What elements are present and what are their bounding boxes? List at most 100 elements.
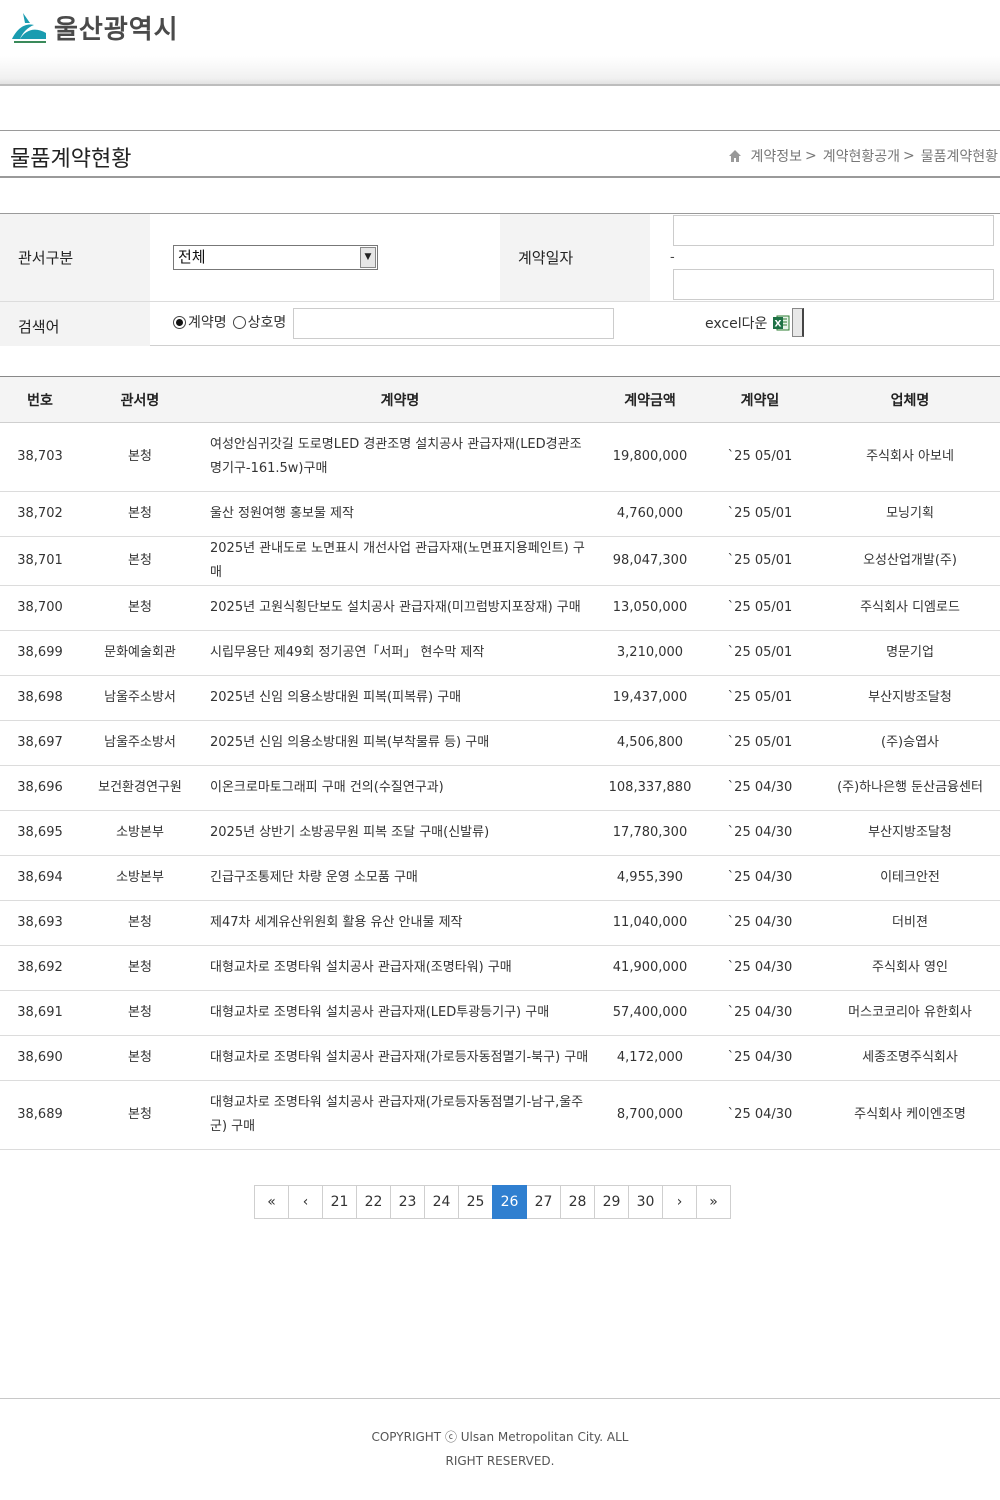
pagination-page[interactable]: 22 (356, 1185, 391, 1219)
table-row[interactable]: 38,699 문화예술회관 시립무용단 제49회 정기공연「서퍼」 현수막 제작… (0, 630, 1000, 676)
cell-company: 오성산업개발(주) (820, 536, 1000, 586)
cell-contract-name[interactable]: 대형교차로 조명타워 설치공사 관급자재(가로등자동점멸기-남구,울주군) 구매 (200, 1080, 600, 1150)
pagination-first-button[interactable]: « (254, 1185, 289, 1219)
radio-contract-name[interactable] (173, 315, 186, 329)
excel-download[interactable]: excel다운 X (705, 308, 805, 337)
table-row[interactable]: 38,698 남울주소방서 2025년 신임 의용소방대원 피복(피복류) 구매… (0, 675, 1000, 721)
table-row[interactable]: 38,690 본청 대형교차로 조명타워 설치공사 관급자재(가로등자동점멸기-… (0, 1035, 1000, 1081)
dept-select[interactable]: 전체 ▼ (173, 245, 378, 270)
cell-contract-name[interactable]: 대형교차로 조명타워 설치공사 관급자재(가로등자동점멸기-북구) 구매 (200, 1035, 600, 1081)
cell-amount: 4,506,800 (600, 720, 700, 766)
table-header-row: 번호 관서명 계약명 계약금액 계약일 업체명 (0, 376, 1000, 423)
cell-dept: 본청 (80, 536, 200, 586)
cell-date: `25 04/30 (700, 900, 820, 946)
table-row[interactable]: 38,701 본청 2025년 관내도로 노면표시 개선사업 관급자재(노면표지… (0, 536, 1000, 586)
cell-contract-name[interactable]: 시립무용단 제49회 정기공연「서퍼」 현수막 제작 (200, 630, 600, 676)
page-title: 물품계약현황 (10, 147, 132, 172)
cell-contract-name[interactable]: 제47차 세계유산위원회 활용 유산 안내물 제작 (200, 900, 600, 946)
cell-dept: 본청 (80, 990, 200, 1036)
cell-contract-name[interactable]: 2025년 신임 의용소방대원 피복(피복류) 구매 (200, 675, 600, 721)
col-header-dept: 관서명 (80, 376, 200, 423)
cell-no: 38,696 (0, 765, 80, 811)
cell-company: 주식회사 아보네 (820, 422, 1000, 492)
table-row[interactable]: 38,695 소방본부 2025년 상반기 소방공무원 피복 조달 구매(신발류… (0, 810, 1000, 856)
cell-amount: 17,780,300 (600, 810, 700, 856)
pagination-page[interactable]: 24 (424, 1185, 459, 1219)
cell-date: `25 04/30 (700, 990, 820, 1036)
table-row[interactable]: 38,703 본청 여성안심귀갓길 도로명LED 경관조명 설치공사 관급자재(… (0, 422, 1000, 492)
radio-company-name[interactable] (232, 315, 246, 329)
cell-dept: 본청 (80, 945, 200, 991)
keyword-input[interactable] (293, 308, 614, 339)
breadcrumb-item-1[interactable]: 계약정보 (750, 146, 802, 166)
cell-no: 38,703 (0, 422, 80, 492)
cell-company: 이테크안전 (820, 855, 1000, 901)
cell-no: 38,697 (0, 720, 80, 766)
col-header-company: 업체명 (820, 376, 1000, 423)
cell-no: 38,701 (0, 536, 80, 586)
date-end-input[interactable] (673, 269, 994, 300)
cell-dept: 문화예술회관 (80, 630, 200, 676)
cell-company: 부산지방조달청 (820, 675, 1000, 721)
date-start-input[interactable] (673, 215, 994, 246)
cell-dept: 남울주소방서 (80, 675, 200, 721)
pagination-page-current[interactable]: 26 (492, 1185, 527, 1219)
pagination-next-button[interactable]: › (662, 1185, 697, 1219)
excel-icon[interactable]: X (772, 314, 790, 332)
home-icon[interactable] (728, 149, 742, 163)
cell-amount: 19,437,000 (600, 675, 700, 721)
excel-download-button[interactable] (792, 308, 805, 337)
cell-contract-name[interactable]: 2025년 관내도로 노면표시 개선사업 관급자재(노면표지용페인트) 구매 (200, 536, 600, 586)
cell-dept: 본청 (80, 491, 200, 537)
cell-contract-name[interactable]: 이온크로마토그래피 구매 건의(수질연구과) (200, 765, 600, 811)
date-label: 계약일자 (500, 214, 650, 301)
ulsan-logo[interactable]: 울산광역시 (10, 8, 179, 46)
cell-contract-name[interactable]: 2025년 고원식횡단보도 설치공사 관급자재(미끄럼방지포장재) 구매 (200, 585, 600, 631)
table-row[interactable]: 38,691 본청 대형교차로 조명타워 설치공사 관급자재(LED투광등기구)… (0, 990, 1000, 1036)
table-row[interactable]: 38,702 본청 울산 정원여행 홍보물 제작 4,760,000 `25 0… (0, 491, 1000, 537)
chevron-down-icon[interactable]: ▼ (360, 247, 376, 268)
table-row[interactable]: 38,692 본청 대형교차로 조명타워 설치공사 관급자재(조명타워) 구매 … (0, 945, 1000, 991)
cell-dept: 본청 (80, 1035, 200, 1081)
cell-amount: 4,760,000 (600, 491, 700, 537)
cell-contract-name[interactable]: 2025년 상반기 소방공무원 피복 조달 구매(신발류) (200, 810, 600, 856)
pagination-page[interactable]: 21 (322, 1185, 357, 1219)
pagination-page[interactable]: 25 (458, 1185, 493, 1219)
pagination-page[interactable]: 28 (560, 1185, 595, 1219)
keyword-label: 검색어 (0, 302, 150, 346)
cell-no: 38,702 (0, 491, 80, 537)
table-row[interactable]: 38,694 소방본부 긴급구조통제단 차량 운영 소모품 구매 4,955,3… (0, 855, 1000, 901)
breadcrumb-item-2[interactable]: 계약현황공개 (823, 146, 900, 166)
radio-contract-name-label[interactable]: 계약명 (188, 312, 227, 332)
pagination-page[interactable]: 29 (594, 1185, 629, 1219)
radio-company-name-label[interactable]: 상호명 (248, 312, 287, 332)
cell-contract-name[interactable]: 2025년 신임 의용소방대원 피복(부착물류 등) 구매 (200, 720, 600, 766)
cell-contract-name[interactable]: 울산 정원여행 홍보물 제작 (200, 491, 600, 537)
cell-contract-name[interactable]: 대형교차로 조명타워 설치공사 관급자재(LED투광등기구) 구매 (200, 990, 600, 1036)
cell-contract-name[interactable]: 여성안심귀갓길 도로명LED 경관조명 설치공사 관급자재(LED경관조명기구-… (200, 422, 600, 492)
cell-amount: 11,040,000 (600, 900, 700, 946)
pagination-page[interactable]: 27 (526, 1185, 561, 1219)
excel-download-label[interactable]: excel다운 (705, 313, 767, 333)
dept-select-value: 전체 (178, 248, 206, 266)
table-row[interactable]: 38,697 남울주소방서 2025년 신임 의용소방대원 피복(부착물류 등)… (0, 720, 1000, 766)
table-row[interactable]: 38,696 보건환경연구원 이온크로마토그래피 구매 건의(수질연구과) 10… (0, 765, 1000, 811)
table-row[interactable]: 38,693 본청 제47차 세계유산위원회 활용 유산 안내물 제작 11,0… (0, 900, 1000, 946)
table-row[interactable]: 38,689 본청 대형교차로 조명타워 설치공사 관급자재(가로등자동점멸기-… (0, 1080, 1000, 1150)
col-header-name: 계약명 (200, 376, 600, 423)
pagination-prev-button[interactable]: ‹ (288, 1185, 323, 1219)
breadcrumb: 계약정보 > 계약현황공개 > 물품계약현황 (728, 146, 998, 166)
pagination-page[interactable]: 30 (628, 1185, 663, 1219)
site-header: 울산광역시 (0, 0, 1000, 86)
breadcrumb-separator: > (804, 148, 817, 164)
cell-contract-name[interactable]: 대형교차로 조명타워 설치공사 관급자재(조명타워) 구매 (200, 945, 600, 991)
cell-date: `25 04/30 (700, 1080, 820, 1150)
cell-dept: 소방본부 (80, 855, 200, 901)
cell-date: `25 05/01 (700, 675, 820, 721)
cell-no: 38,692 (0, 945, 80, 991)
breadcrumb-item-3[interactable]: 물품계약현황 (921, 146, 998, 166)
pagination-last-button[interactable]: » (696, 1185, 731, 1219)
pagination-page[interactable]: 23 (390, 1185, 425, 1219)
table-row[interactable]: 38,700 본청 2025년 고원식횡단보도 설치공사 관급자재(미끄럼방지포… (0, 585, 1000, 631)
cell-contract-name[interactable]: 긴급구조통제단 차량 운영 소모품 구매 (200, 855, 600, 901)
